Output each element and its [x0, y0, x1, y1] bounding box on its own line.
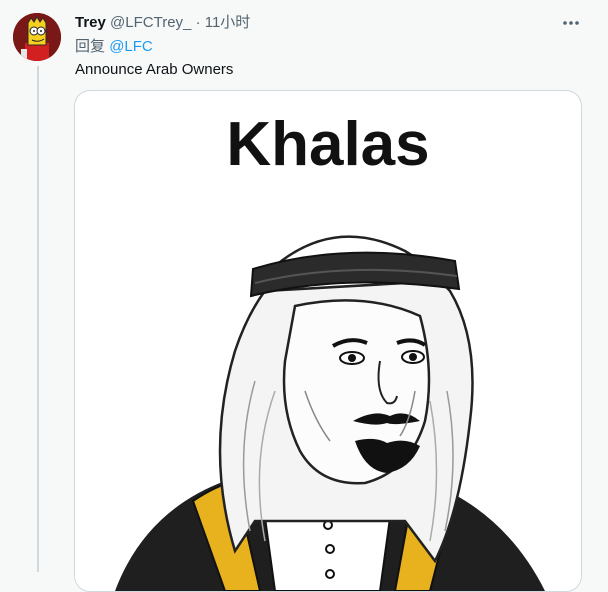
tweet-header: Trey @LFCTrey_ · 11小时	[75, 14, 250, 32]
thread-line	[37, 66, 39, 572]
avatar-image	[13, 13, 61, 61]
author-name[interactable]: Trey	[75, 14, 106, 31]
tweet-text: Announce Arab Owners	[75, 61, 234, 78]
meme-caption: Khalas	[226, 110, 430, 179]
separator-dot: ·	[195, 14, 201, 31]
more-options-button[interactable]	[558, 10, 584, 36]
tweet-media-image[interactable]: Khalas	[74, 90, 582, 592]
replying-to: 回复 @LFC	[75, 38, 153, 56]
avatar[interactable]	[13, 13, 61, 61]
more-dots-icon	[563, 21, 579, 25]
reply-label: 回复	[75, 38, 106, 55]
reply-mention-link[interactable]: @LFC	[109, 38, 153, 55]
author-handle[interactable]: @LFCTrey_	[110, 14, 191, 31]
tweet-timestamp[interactable]: 11小时	[205, 14, 251, 31]
